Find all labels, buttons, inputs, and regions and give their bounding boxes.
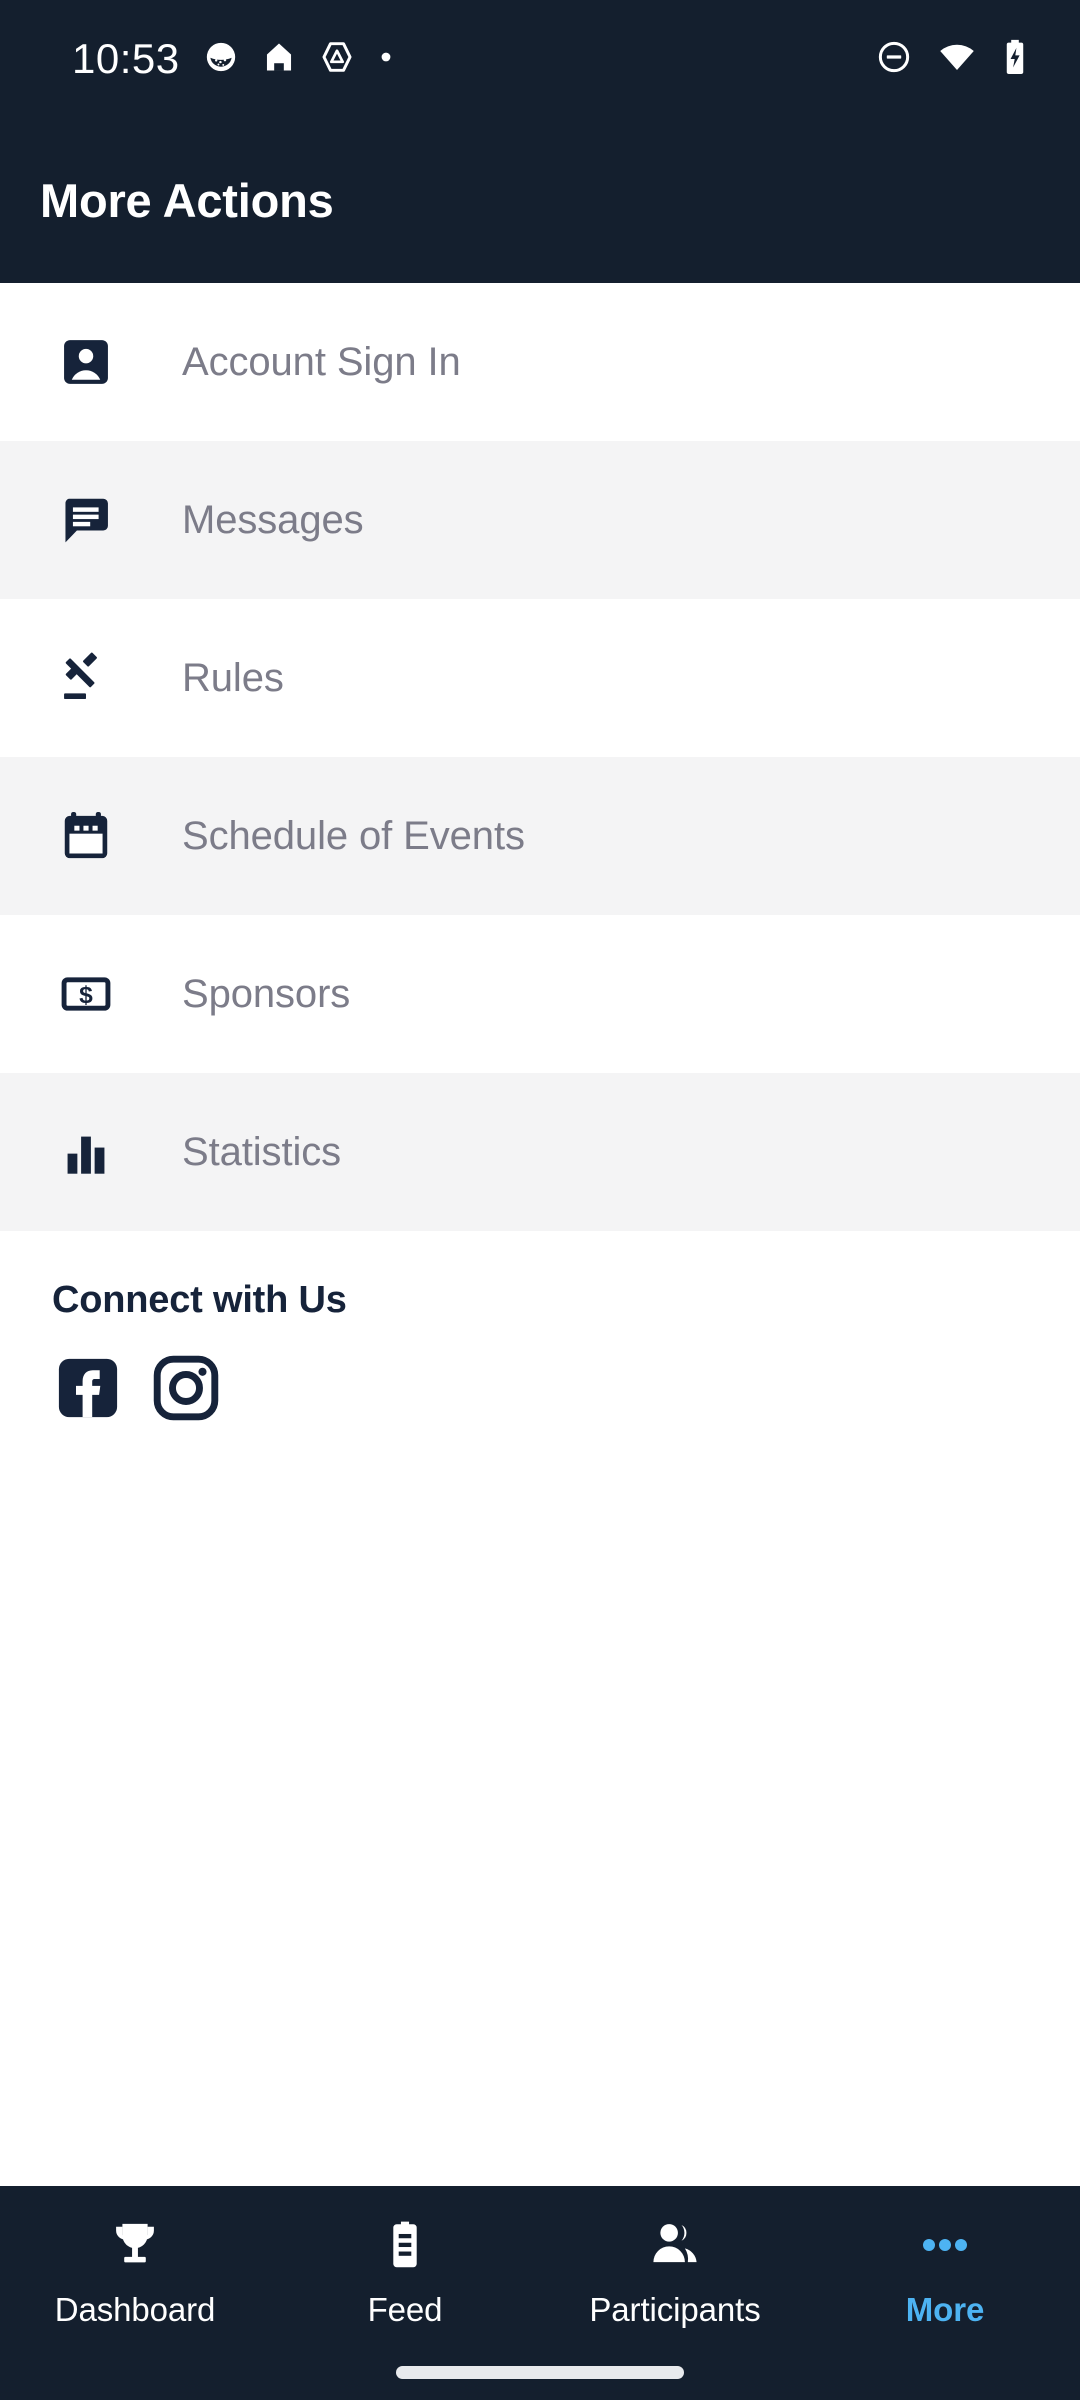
menu-item-schedule-of-events[interactable]: Schedule of Events [0, 757, 1080, 915]
wifi-icon [938, 38, 976, 81]
gesture-handle[interactable] [396, 2365, 684, 2379]
triangle-alert-icon [320, 40, 354, 79]
menu-item-label: Rules [182, 656, 284, 700]
nav-item-participants[interactable]: Participants [540, 2214, 810, 2326]
status-bar-left: 10:53 [72, 38, 394, 80]
facebook-icon [52, 1352, 124, 1427]
menu-item-label: Schedule of Events [182, 814, 525, 858]
menu-item-label: Messages [182, 498, 364, 542]
emoji-face-icon [204, 40, 238, 79]
nav-item-label: More [905, 2291, 985, 2328]
gesture-navigation-area [0, 2344, 1080, 2400]
social-links [52, 1353, 1080, 1425]
menu-item-label: Account Sign In [182, 340, 461, 384]
nav-item-label: Feed [367, 2291, 443, 2328]
menu-item-label: Statistics [182, 1130, 342, 1174]
menu-item-sponsors[interactable]: $ Sponsors [0, 915, 1080, 1073]
account-box-icon [58, 334, 114, 390]
home-icon [262, 40, 296, 79]
nav-item-label: Participants [589, 2291, 761, 2328]
page-title: More Actions [40, 174, 334, 227]
nav-item-feed[interactable]: Feed [270, 2214, 540, 2326]
status-bar-notification-icons [204, 40, 394, 79]
people-icon [648, 2214, 702, 2276]
menu-item-messages[interactable]: Messages [0, 441, 1080, 599]
menu-item-account-sign-in[interactable]: Account Sign In [0, 283, 1080, 441]
instagram-icon [150, 1352, 222, 1427]
money-bill-icon: $ [58, 966, 114, 1022]
svg-text:$: $ [79, 982, 93, 1009]
battery-charging-icon [1002, 38, 1028, 81]
status-bar: 10:53 [0, 0, 1080, 118]
nav-item-label: Dashboard [54, 2291, 216, 2328]
status-bar-right [876, 38, 1028, 81]
menu-item-label: Sponsors [182, 972, 351, 1016]
gavel-icon [58, 650, 114, 706]
nav-item-more[interactable]: More [810, 2214, 1080, 2326]
facebook-link[interactable] [52, 1353, 124, 1425]
app-header: More Actions [0, 118, 1080, 283]
connect-section: Connect with Us [0, 1231, 1080, 1425]
calendar-icon [58, 808, 114, 864]
do-not-disturb-icon [876, 39, 912, 80]
bar-chart-icon [58, 1124, 114, 1180]
clipboard-icon [378, 2214, 432, 2276]
instagram-link[interactable] [150, 1353, 222, 1425]
connect-section-title: Connect with Us [52, 1279, 347, 1321]
menu-item-statistics[interactable]: Statistics [0, 1073, 1080, 1231]
trophy-icon [108, 2214, 162, 2276]
menu-item-rules[interactable]: Rules [0, 599, 1080, 757]
chat-bubble-icon [58, 492, 114, 548]
dot-icon [378, 49, 394, 70]
app-root: 10:53 More Actions Account Sign In Messa… [0, 0, 1080, 2400]
nav-item-dashboard[interactable]: Dashboard [0, 2214, 270, 2326]
status-bar-clock: 10:53 [72, 35, 180, 82]
three-dots-icon [918, 2214, 972, 2276]
more-actions-list: Account Sign In Messages Rules Schedule … [0, 283, 1080, 1231]
content-filler [0, 1425, 1080, 2186]
